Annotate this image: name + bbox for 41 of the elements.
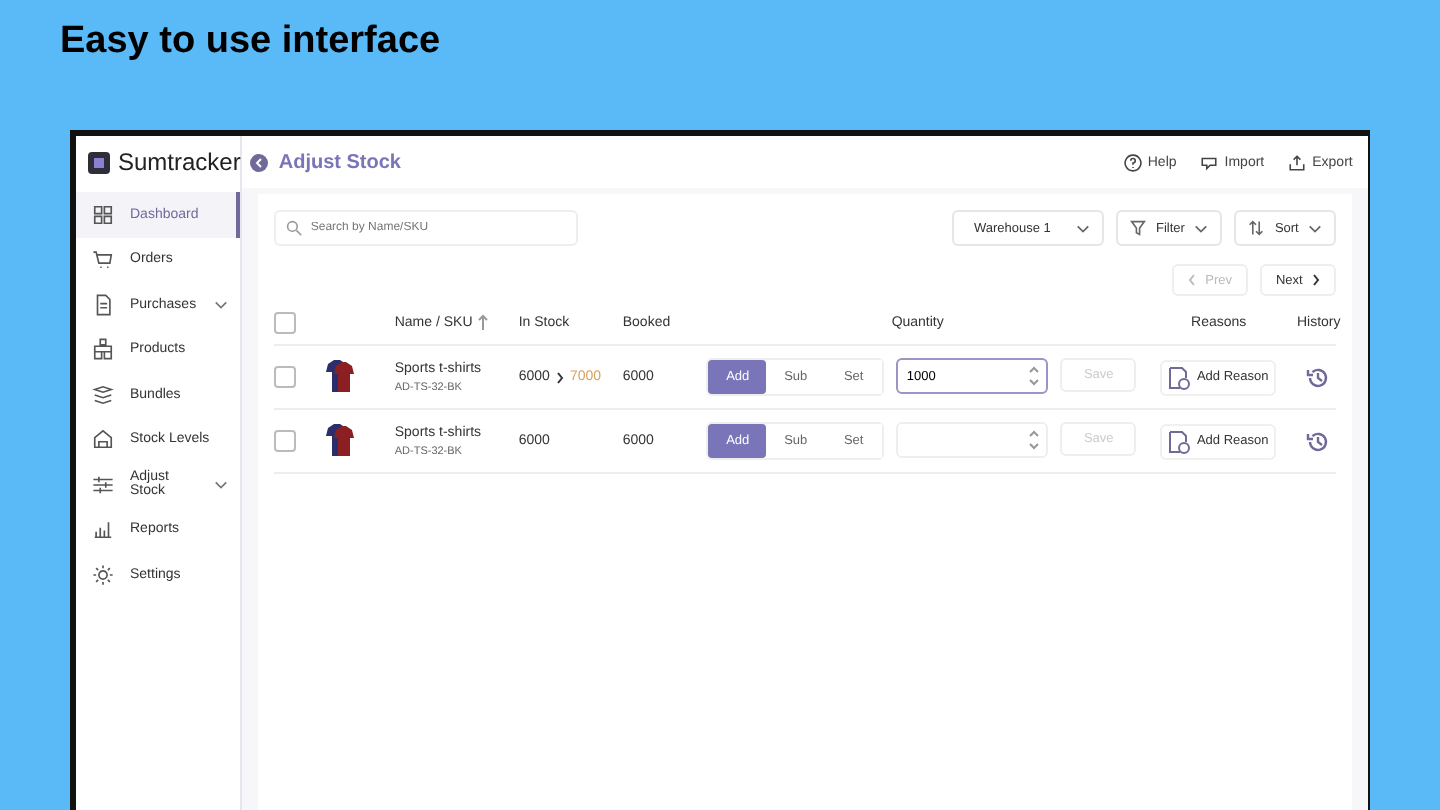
orders-icon (92, 248, 114, 271)
chevron-right-icon (555, 371, 564, 383)
chevron-left-icon (1187, 274, 1196, 286)
select-all-checkbox[interactable] (274, 311, 297, 333)
logo-icon (88, 151, 110, 173)
adjust-icon (92, 473, 114, 496)
document-icon (1168, 429, 1191, 453)
chevron-icon (214, 299, 229, 310)
stock-icon (92, 428, 114, 451)
slide-title: Easy to use interface (58, 18, 443, 66)
collapse-icon[interactable] (250, 153, 269, 171)
chevron-icon (214, 479, 229, 490)
row-checkbox[interactable] (274, 430, 297, 452)
export-icon (1288, 153, 1307, 171)
stepper-icon[interactable] (1028, 366, 1041, 386)
stepper-icon[interactable] (1028, 430, 1041, 450)
help-icon (1123, 153, 1142, 171)
document-icon (1168, 365, 1191, 389)
page-title: Adjust Stock (278, 151, 401, 173)
filter-icon (1129, 220, 1146, 236)
settings-icon (92, 563, 114, 586)
import-icon (1200, 153, 1219, 171)
history-icon[interactable] (1306, 429, 1331, 453)
reports-icon (92, 518, 114, 541)
chevron-icon (1075, 223, 1090, 233)
chevron-right-icon (1312, 274, 1321, 286)
bundles-icon (92, 383, 114, 406)
search-icon (286, 220, 303, 236)
products-icon (92, 338, 114, 361)
chevron-icon (1308, 223, 1323, 233)
t-shirt-icon (322, 357, 359, 393)
quantity-input[interactable] (896, 422, 1049, 458)
purchases-icon (92, 293, 114, 316)
sort-arrow-icon (478, 314, 489, 330)
sort-icon (1248, 220, 1265, 236)
row-checkbox[interactable] (274, 366, 297, 388)
history-icon[interactable] (1306, 365, 1331, 389)
t-shirt-icon (322, 421, 359, 457)
app-logo: Sumtracker (118, 148, 241, 176)
dashboard-icon (92, 203, 114, 226)
chevron-icon (1194, 223, 1209, 233)
